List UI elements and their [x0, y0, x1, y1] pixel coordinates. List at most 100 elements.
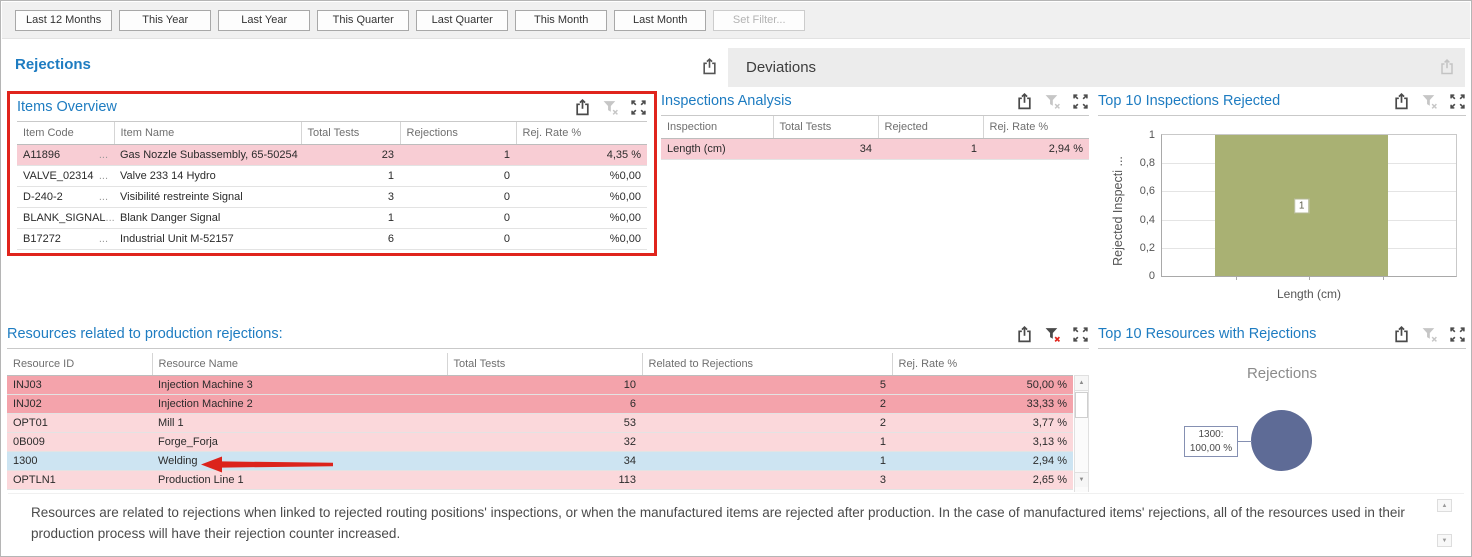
column-header[interactable]: Total Tests — [447, 353, 642, 375]
date-filter-toolbar: Last 12 Months This Year Last Year This … — [2, 2, 1470, 39]
table-row[interactable]: INJ03 Injection Machine 3 10 5 50,00 % — [7, 375, 1073, 394]
scroll-up-button[interactable]: ▲ — [1437, 499, 1452, 512]
export-icon[interactable] — [1439, 59, 1455, 75]
table-row[interactable]: BLANK_SIGNAL... Blank Danger Signal 1 0 … — [17, 207, 647, 228]
filter-button-last-quarter[interactable]: Last Quarter — [416, 10, 508, 31]
total-tests: 53 — [447, 413, 642, 432]
column-header[interactable]: Rej. Rate % — [892, 353, 1073, 375]
pie-chart: 1300: 100,00 % — [1098, 382, 1466, 482]
related-to-rejections: 1 — [642, 432, 892, 451]
column-header[interactable]: Rej. Rate % — [516, 122, 647, 144]
column-header[interactable]: Resource ID — [7, 353, 152, 375]
column-header[interactable]: Inspection — [661, 116, 773, 138]
pie-slice-1300[interactable] — [1251, 410, 1312, 471]
total-tests: 1 — [301, 207, 400, 228]
total-tests: 34 — [773, 138, 878, 159]
top10-inspections-title: Top 10 Inspections Rejected — [1098, 93, 1280, 109]
rejection-rate: %0,00 — [516, 228, 647, 249]
fullscreen-icon[interactable] — [630, 99, 647, 116]
set-filter-button[interactable]: Set Filter... — [713, 10, 805, 31]
clear-filter-icon[interactable] — [1044, 93, 1061, 110]
table-header-row: Item Code Item Name Total Tests Rejectio… — [17, 122, 647, 144]
rejection-rate: 2,94 % — [983, 138, 1089, 159]
x-tick — [1309, 276, 1310, 280]
fullscreen-icon[interactable] — [1072, 93, 1089, 110]
table-row[interactable]: INJ02 Injection Machine 2 6 2 33,33 % — [7, 394, 1073, 413]
resource-id: OPT01 — [7, 413, 152, 432]
filter-button-last-month[interactable]: Last Month — [614, 10, 706, 31]
resources-table: Resource ID Resource Name Total Tests Re… — [7, 353, 1073, 490]
rejection-rate: 50,00 % — [892, 375, 1073, 394]
scroll-thumb[interactable] — [1075, 392, 1088, 418]
column-header[interactable]: Total Tests — [773, 116, 878, 138]
table-row-selected[interactable]: 1300 Welding 34 1 2,94 % — [7, 451, 1073, 470]
table-row[interactable]: OPTLN1 Production Line 1 113 3 2,65 % — [7, 470, 1073, 489]
column-header[interactable]: Item Code — [17, 122, 114, 144]
export-icon[interactable] — [1016, 326, 1033, 343]
fullscreen-icon[interactable] — [1072, 326, 1089, 343]
table-row[interactable]: OPT01 Mill 1 53 2 3,77 % — [7, 413, 1073, 432]
scroll-up-button[interactable]: ▲ — [1075, 376, 1088, 391]
dashboard-root: Last 12 Months This Year Last Year This … — [0, 0, 1472, 557]
rejection-rate: 3,13 % — [892, 432, 1073, 451]
top10-resources-panel: Top 10 Resources with Rejections Rejecti… — [1098, 326, 1466, 492]
export-icon[interactable] — [574, 99, 591, 116]
fullscreen-icon[interactable] — [1449, 93, 1466, 110]
export-icon[interactable] — [1016, 93, 1033, 110]
resource-id: INJ02 — [7, 394, 152, 413]
bar-length-cm[interactable]: 1 — [1215, 135, 1388, 276]
related-to-rejections: 1 — [642, 451, 892, 470]
column-header[interactable]: Rejected — [878, 116, 983, 138]
column-header[interactable]: Rejections — [400, 122, 516, 144]
item-name: Valve 233 14 Hydro — [114, 165, 301, 186]
table-row[interactable]: D-240-2... Visibilité restreinte Signal … — [17, 186, 647, 207]
y-tick-label: 0,8 — [1121, 157, 1155, 169]
table-row[interactable]: A11896... Gas Nozzle Subassembly, 65-502… — [17, 144, 647, 165]
column-header[interactable]: Related to Rejections — [642, 353, 892, 375]
top10-resources-title: Top 10 Resources with Rejections — [1098, 326, 1316, 342]
x-tick — [1236, 276, 1237, 280]
resource-name: Forge_Forja — [152, 432, 447, 451]
truncation-ellipsis: ... — [99, 170, 108, 182]
column-header[interactable]: Total Tests — [301, 122, 400, 144]
footer-scrollbar[interactable]: ▲ ▼ — [1437, 499, 1452, 547]
tab-rejections[interactable]: Rejections — [15, 56, 91, 73]
table-row[interactable]: B17272... Industrial Unit M-52157 6 0 %0… — [17, 228, 647, 249]
table-row[interactable]: VALVE_02314... Valve 233 14 Hydro 1 0 %0… — [17, 165, 647, 186]
y-tick-label: 0,4 — [1121, 214, 1155, 226]
filter-button-this-month[interactable]: This Month — [515, 10, 607, 31]
vertical-scrollbar[interactable]: ▲ ▼ — [1074, 375, 1089, 492]
export-icon[interactable] — [701, 58, 718, 75]
clear-filter-icon[interactable] — [1421, 93, 1438, 110]
fullscreen-icon[interactable] — [1449, 326, 1466, 343]
column-header[interactable]: Rej. Rate % — [983, 116, 1089, 138]
table-header-row: Inspection Total Tests Rejected Rej. Rat… — [661, 116, 1089, 138]
clear-filter-icon[interactable] — [602, 99, 619, 116]
table-row[interactable]: 0B009 Forge_Forja 32 1 3,13 % — [7, 432, 1073, 451]
rejection-rate: 3,77 % — [892, 413, 1073, 432]
callout-value: 100,00 % — [1185, 442, 1237, 456]
scroll-down-button[interactable]: ▼ — [1437, 534, 1452, 547]
export-icon[interactable] — [1393, 326, 1410, 343]
clear-filter-icon[interactable] — [1421, 326, 1438, 343]
rejection-rate: 33,33 % — [892, 394, 1073, 413]
column-header[interactable]: Item Name — [114, 122, 301, 144]
rejections: 0 — [400, 228, 516, 249]
export-icon[interactable] — [1393, 93, 1410, 110]
truncation-ellipsis: ... — [99, 149, 108, 161]
scroll-down-button[interactable]: ▼ — [1075, 472, 1088, 487]
column-header[interactable]: Resource Name — [152, 353, 447, 375]
tab-deviations[interactable]: Deviations — [728, 48, 1465, 87]
item-name: Blank Danger Signal — [114, 207, 301, 228]
clear-filter-active-icon[interactable] — [1044, 326, 1061, 343]
filter-button-last-year[interactable]: Last Year — [218, 10, 310, 31]
items-overview-panel: Items Overview Item Code Item Name Total… — [7, 91, 657, 256]
filter-button-last-12-months[interactable]: Last 12 Months — [15, 10, 112, 31]
table-header-row: Resource ID Resource Name Total Tests Re… — [7, 353, 1073, 375]
resource-id: OPTLN1 — [7, 470, 152, 489]
filter-button-this-year[interactable]: This Year — [119, 10, 211, 31]
table-row[interactable]: Length (cm) 34 1 2,94 % — [661, 138, 1089, 159]
x-axis-label: Length (cm) — [1161, 287, 1457, 301]
tab-deviations-label: Deviations — [728, 59, 816, 76]
filter-button-this-quarter[interactable]: This Quarter — [317, 10, 409, 31]
